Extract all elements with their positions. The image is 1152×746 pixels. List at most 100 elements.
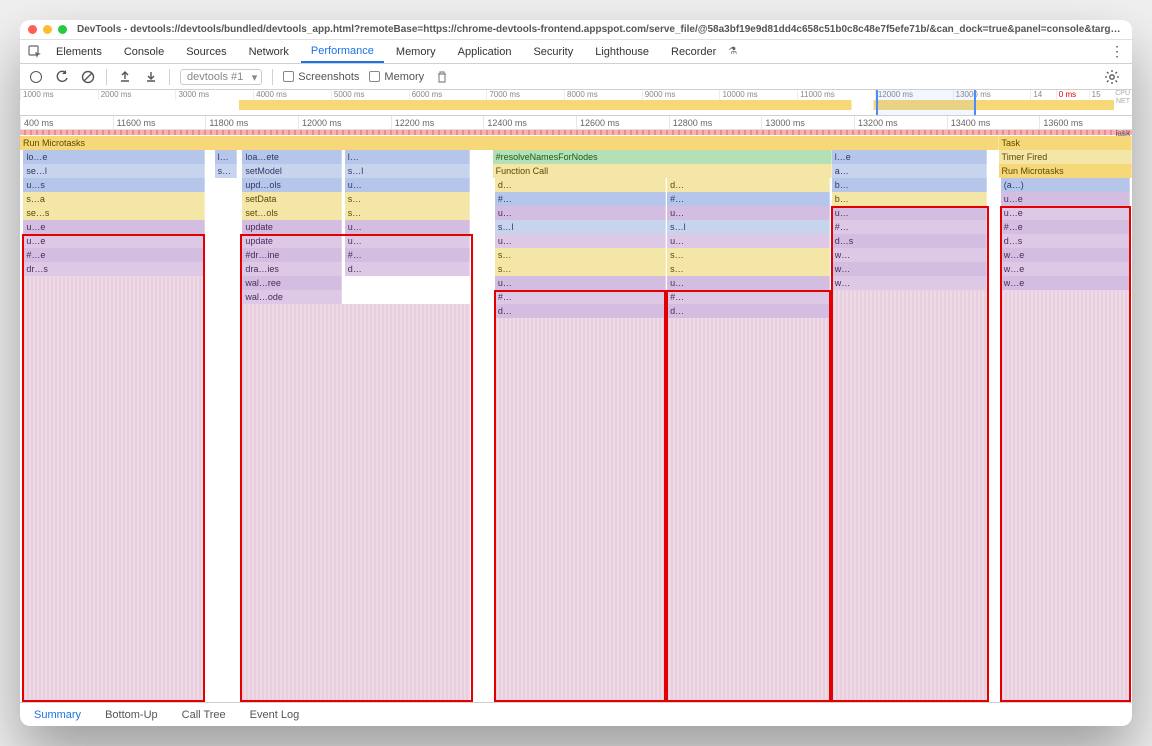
flame-bar[interactable]: upd…ols [242,178,342,192]
flame-bar[interactable]: l…e [832,150,988,164]
flame-bar[interactable]: s…l [667,220,829,234]
flame-bar[interactable]: setData [242,192,342,206]
kebab-icon[interactable]: ⋮ [1102,43,1132,60]
minimap-overview[interactable]: 1000 ms 2000 ms 3000 ms 4000 ms 5000 ms … [20,90,1132,116]
tab-performance[interactable]: Performance [301,41,384,63]
tab-bottom-up[interactable]: Bottom-Up [95,705,168,725]
flame-bar[interactable]: setModel [242,164,342,178]
flame-bar[interactable]: u…s [23,178,204,192]
tab-event-log[interactable]: Event Log [240,705,310,725]
flame-bar[interactable]: #… [495,290,666,304]
tab-memory[interactable]: Memory [386,42,446,62]
flame-bar[interactable]: #… [832,220,988,234]
flame-bar[interactable]: w… [832,248,988,262]
clear-button[interactable] [80,69,96,85]
flame-bar[interactable]: s…a [23,192,204,206]
trash-icon[interactable] [434,69,450,85]
memory-checkbox[interactable]: Memory [369,71,424,83]
flame-bar[interactable]: Task [999,136,1132,150]
flame-bar[interactable]: #dr…ine [242,248,342,262]
flame-bar[interactable]: update [242,234,342,248]
flame-bar[interactable]: #…e [1001,220,1130,234]
flame-bar[interactable]: u… [495,206,666,220]
flame-bar[interactable]: d… [495,304,666,318]
flame-bar[interactable]: u… [667,276,829,290]
flame-bar[interactable]: d… [495,178,666,192]
minimap-viewport[interactable] [876,90,976,115]
flame-bar[interactable]: u… [832,206,988,220]
tab-application[interactable]: Application [448,42,522,62]
flame-bar[interactable]: #…e [23,248,204,262]
flame-bar[interactable]: s…l [495,220,666,234]
flame-chart-area[interactable]: 400 ms 11600 ms 11800 ms 12000 ms 12200 … [20,116,1132,702]
flame-bar[interactable]: #… [667,192,829,206]
flame-bar[interactable]: u… [667,206,829,220]
flame-bar[interactable]: u…e [23,220,204,234]
flame-bar[interactable]: u… [345,234,471,248]
flame-bar[interactable]: wal…ree [242,276,342,290]
flame-bar[interactable]: Run Microtasks [999,164,1132,178]
upload-button[interactable] [117,69,133,85]
flame-bar[interactable]: s… [495,262,666,276]
tab-lighthouse[interactable]: Lighthouse [585,42,659,62]
close-window-button[interactable] [28,25,37,34]
profile-select[interactable]: devtools #1 [180,69,262,85]
flame-bar[interactable]: wal…ode [242,290,342,304]
flame-bar[interactable]: b… [832,192,988,206]
flame-bar[interactable]: l… [345,150,471,164]
tab-call-tree[interactable]: Call Tree [172,705,236,725]
download-button[interactable] [143,69,159,85]
flame-bar[interactable]: b… [832,178,988,192]
flame-bar[interactable]: se…s [23,206,204,220]
screenshots-checkbox[interactable]: Screenshots [283,71,359,83]
flame-bar[interactable]: d… [345,262,471,276]
flame-bar[interactable]: #… [495,192,666,206]
flame-bar[interactable]: d…s [832,234,988,248]
zoom-window-button[interactable] [58,25,67,34]
tab-security[interactable]: Security [523,42,583,62]
flame-bar[interactable]: Timer Fired [999,150,1132,164]
flame-bar[interactable]: w…e [1001,262,1130,276]
flame-bar[interactable]: #… [345,248,471,262]
flame-bar[interactable]: w… [832,262,988,276]
flame-bar[interactable]: s… [667,248,829,262]
flame-chart[interactable]: Run Microtasks Task Timer Fired Run Micr… [20,136,1132,702]
flame-bar[interactable]: Function Call [493,164,832,178]
flame-bar[interactable]: w…e [1001,248,1130,262]
inspect-icon[interactable] [26,43,44,61]
tab-sources[interactable]: Sources [176,42,236,62]
flame-bar[interactable]: set…ols [242,206,342,220]
flame-bar[interactable]: dr…s [23,262,204,276]
flame-bar[interactable]: #… [667,290,829,304]
tab-recorder[interactable]: Recorder [661,42,726,62]
flame-bar[interactable]: loa…ete [242,150,342,164]
record-button[interactable] [28,69,44,85]
flame-bar[interactable]: d… [667,178,829,192]
flame-bar[interactable]: update [242,220,342,234]
flame-bar[interactable]: d… [667,304,829,318]
flame-bar[interactable]: dra…ies [242,262,342,276]
flame-bar[interactable]: s… [495,248,666,262]
flame-bar[interactable]: w… [832,276,988,290]
flame-bar[interactable]: w…e [1001,276,1130,290]
flame-bar[interactable]: u…e [1001,206,1130,220]
flame-bar[interactable]: u…e [23,234,204,248]
flame-bar[interactable]: s… [345,192,471,206]
flame-bar[interactable]: lo…e [215,150,237,164]
gear-icon[interactable] [1104,69,1120,85]
flame-bar[interactable]: (a…) [1001,178,1130,192]
tab-summary[interactable]: Summary [24,705,91,725]
flame-bar[interactable]: u… [345,178,471,192]
minimize-window-button[interactable] [43,25,52,34]
flame-bar[interactable]: s… [345,206,471,220]
tab-elements[interactable]: Elements [46,42,112,62]
flame-bar[interactable]: u… [495,276,666,290]
reload-record-button[interactable] [54,69,70,85]
flame-bar[interactable]: se…l [215,164,237,178]
flame-bar[interactable]: s… [667,262,829,276]
flame-bar[interactable]: u…e [1001,192,1130,206]
flame-bar[interactable]: se…l [23,164,204,178]
tab-console[interactable]: Console [114,42,174,62]
flame-bar[interactable]: s…l [345,164,471,178]
flame-bar[interactable]: a… [832,164,988,178]
